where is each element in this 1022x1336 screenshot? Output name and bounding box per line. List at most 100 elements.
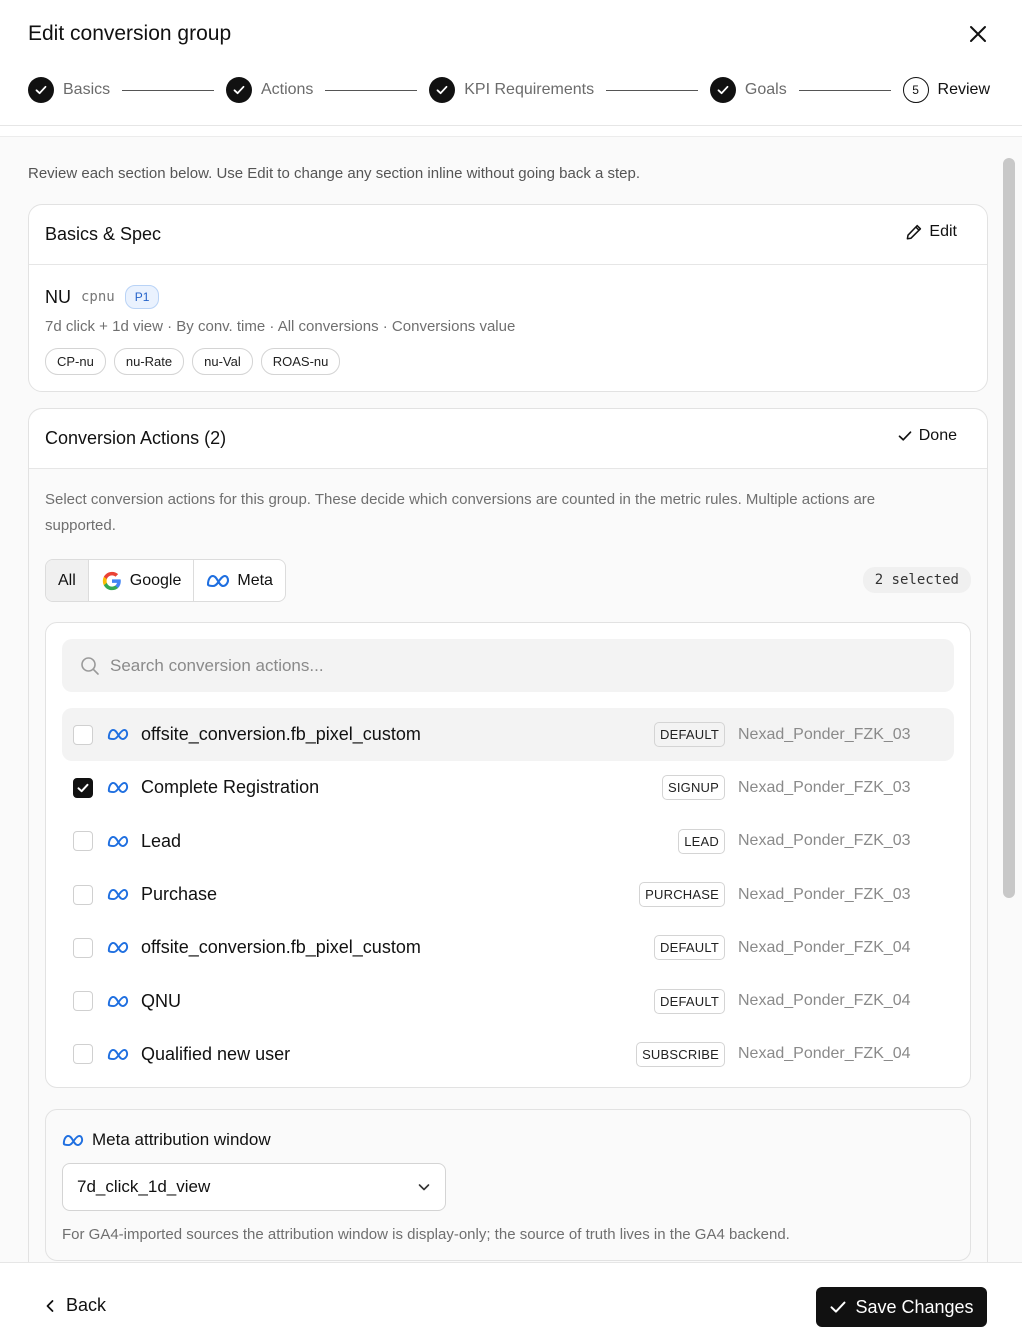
action-row[interactable]: offsite_conversion.fb_pixel_custom DEFAU… — [62, 708, 954, 762]
metric-chip: ROAS-nu — [260, 348, 341, 375]
edit-label: Edit — [929, 223, 957, 240]
account-name: Nexad_Ponder_FZK_03 — [738, 885, 911, 903]
check-icon — [830, 1301, 846, 1313]
category-tag: SIGNUP — [661, 775, 725, 801]
attribution-window-value: 7d_click_1d_view — [77, 1177, 211, 1196]
step-review[interactable]: 5 Review — [902, 77, 991, 103]
search-input[interactable] — [110, 655, 910, 676]
close-button[interactable] — [964, 20, 992, 48]
check-icon — [709, 77, 736, 103]
metric-chips: CP-nu nu-Rate nu-Val ROAS-nu — [45, 348, 341, 375]
step-basics[interactable]: Basics — [28, 77, 110, 103]
row-checkbox[interactable] — [73, 884, 93, 905]
step-label: KPI Requirements — [464, 81, 595, 98]
category-tag: LEAD — [678, 828, 725, 854]
save-changes-button[interactable]: Save Changes — [816, 1287, 987, 1327]
card-header: Conversion Actions (2) Done — [29, 409, 987, 469]
conversion-actions-card: Conversion Actions (2) Done Select conve… — [28, 408, 988, 1288]
back-button[interactable]: Back — [44, 1295, 106, 1316]
action-name: Lead — [141, 830, 182, 851]
action-name: Complete Registration — [141, 777, 320, 798]
action-row[interactable]: Qualified new user SUBSCRIBE Nexad_Ponder… — [62, 1028, 954, 1081]
account-name: Nexad_Ponder_FZK_04 — [738, 1045, 911, 1063]
action-row[interactable]: Purchase PURCHASE Nexad_Ponder_FZK_03 — [62, 868, 954, 921]
search-box[interactable] — [62, 639, 954, 692]
action-row[interactable]: offsite_conversion.fb_pixel_custom DEFAU… — [62, 921, 954, 974]
back-label: Back — [66, 1295, 107, 1315]
chevron-left-icon — [46, 1299, 54, 1312]
done-label: Done — [918, 427, 957, 444]
platform-filter: All Google Meta — [45, 559, 286, 602]
action-name: offsite_conversion.fb_pixel_custom — [141, 937, 421, 958]
actions-list: offsite_conversion.fb_pixel_custom DEFAU… — [62, 708, 954, 1081]
row-checkbox[interactable] — [73, 724, 93, 745]
account-name: Nexad_Ponder_FZK_04 — [738, 938, 911, 956]
meta-icon — [107, 729, 129, 741]
step-label: Review — [937, 81, 991, 98]
meta-icon — [107, 888, 129, 901]
filter-all[interactable]: All — [46, 560, 89, 601]
row-checkbox[interactable] — [73, 1044, 93, 1065]
check-icon — [225, 77, 252, 103]
step-connector — [325, 89, 418, 91]
category-tag: DEFAULT — [654, 722, 725, 748]
card-title: Basics & Spec — [45, 224, 162, 244]
step-connector — [122, 89, 214, 91]
meta-icon — [62, 1134, 84, 1146]
card-header: Basics & Spec Edit — [29, 205, 987, 265]
filter-label: All — [58, 571, 76, 589]
step-actions[interactable]: Actions — [225, 77, 314, 103]
modal-title: Edit conversion group — [28, 22, 232, 45]
spec-description: 7d click + 1d view · By conv. time · All… — [45, 318, 516, 335]
meta-icon — [107, 835, 129, 847]
filter-label: Google — [129, 571, 182, 589]
row-checkbox[interactable] — [73, 777, 93, 798]
metric-chip: CP-nu — [45, 348, 106, 375]
action-name: Purchase — [141, 884, 218, 905]
filter-meta[interactable]: Meta — [194, 560, 285, 601]
done-button[interactable]: Done — [897, 427, 957, 445]
step-connector — [606, 89, 698, 91]
category-tag: DEFAULT — [654, 988, 725, 1014]
row-checkbox[interactable] — [73, 991, 93, 1012]
actions-description: Select conversion actions for this group… — [45, 491, 876, 534]
action-row[interactable]: Lead LEAD Nexad_Ponder_FZK_03 — [62, 815, 954, 868]
spec-subcode: cpnu — [81, 289, 115, 305]
metric-chip: nu-Rate — [113, 348, 185, 375]
step-kpi-requirements[interactable]: KPI Requirements — [429, 77, 594, 103]
account-name: Nexad_Ponder_FZK_03 — [738, 778, 911, 796]
attribution-title: Meta attribution window — [62, 1130, 271, 1150]
attribution-note: For GA4-imported sources the attribution… — [62, 1226, 790, 1243]
row-checkbox[interactable] — [73, 937, 93, 958]
check-icon — [898, 431, 912, 441]
step-goals[interactable]: Goals — [709, 77, 787, 103]
row-checkbox[interactable] — [73, 831, 93, 852]
attribution-window-select[interactable]: 7d_click_1d_view — [62, 1163, 446, 1211]
edit-button[interactable]: Edit — [905, 223, 957, 241]
chevron-down-icon — [418, 1184, 430, 1191]
action-row[interactable]: Complete Registration SIGNUP Nexad_Ponder… — [62, 761, 954, 814]
account-name: Nexad_Ponder_FZK_04 — [738, 992, 911, 1010]
actions-list-box: offsite_conversion.fb_pixel_custom DEFAU… — [45, 622, 971, 1088]
category-tag: DEFAULT — [654, 935, 725, 961]
filter-google[interactable]: Google — [89, 560, 195, 601]
card-title: Conversion Actions (2) — [45, 428, 227, 448]
save-label: Save Changes — [855, 1296, 974, 1317]
search-icon — [81, 656, 99, 675]
step-label: Goals — [744, 81, 787, 98]
account-name: Nexad_Ponder_FZK_03 — [738, 725, 911, 743]
spec-code: NU — [45, 286, 71, 307]
action-name: offsite_conversion.fb_pixel_custom — [141, 724, 421, 745]
metric-chip: nu-Val — [192, 348, 253, 375]
close-icon — [970, 26, 986, 42]
pencil-icon — [907, 224, 922, 240]
meta-icon — [107, 995, 129, 1007]
meta-icon — [107, 1048, 129, 1060]
step-label: Actions — [260, 81, 314, 98]
scrollbar-thumb[interactable] — [1003, 158, 1015, 898]
action-name: Qualified new user — [141, 1043, 291, 1064]
action-row[interactable]: QNU DEFAULT Nexad_Ponder_FZK_04 — [62, 974, 954, 1027]
stepper: Basics Actions KPI Requirements Goals 5 … — [28, 76, 990, 104]
attribution-window-box: Meta attribution window 7d_click_1d_view… — [45, 1109, 971, 1261]
action-name: QNU — [141, 990, 181, 1011]
